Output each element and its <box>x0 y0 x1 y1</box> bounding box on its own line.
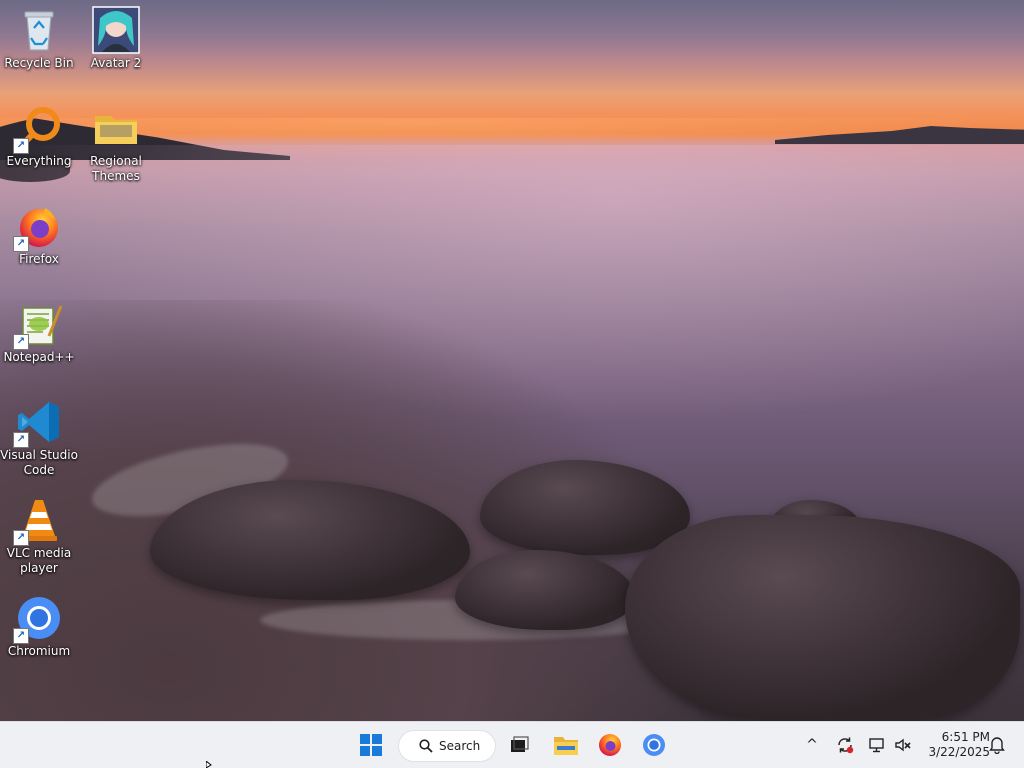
file-explorer-icon <box>554 737 578 755</box>
chromium-icon <box>643 734 665 756</box>
desktop-icon-vlc[interactable]: ↗ VLC media player <box>0 492 78 576</box>
desktop-icon-chromium[interactable]: ↗ Chromium <box>0 590 78 659</box>
bell-icon <box>989 737 1005 754</box>
avatar-image-icon <box>92 6 140 54</box>
tray-volume-button[interactable] <box>892 730 914 760</box>
clock-date: 3/22/2025 <box>928 745 990 759</box>
desktop-icon-everything[interactable]: ↗ Everything <box>0 100 78 169</box>
mouse-cursor-icon <box>206 761 212 768</box>
task-view-button[interactable] <box>505 730 533 760</box>
desktop-icon-firefox[interactable]: ↗ Firefox <box>0 198 78 267</box>
firefox-icon: ↗ <box>13 202 63 252</box>
shortcut-arrow-icon: ↗ <box>13 432 29 448</box>
desktop-icon-label: Chromium <box>7 644 71 658</box>
desktop-icon-label: VLC media player <box>6 546 72 575</box>
desktop-icon-vscode[interactable]: ↗ Visual Studio Code <box>0 394 78 478</box>
taskbar: Search ^ 6:51 PM 3/22/2025 <box>0 721 1024 768</box>
search-icon <box>419 739 433 753</box>
volume-muted-icon <box>895 738 911 752</box>
show-hidden-icons-button[interactable]: ^ <box>802 730 822 760</box>
firefox-icon <box>599 734 621 756</box>
desktop-icon-notepadpp[interactable]: ↗ Notepad++ <box>0 296 78 365</box>
recycle-bin-icon <box>15 6 63 54</box>
chromium-taskbar-button[interactable] <box>639 730 669 760</box>
shortcut-arrow-icon: ↗ <box>13 236 29 252</box>
desktop-icon-label: Regional Themes <box>90 154 142 183</box>
everything-search-icon: ↗ <box>13 104 63 154</box>
vscode-icon: ↗ <box>13 398 63 448</box>
desktop-icon-regional-themes[interactable]: Regional Themes <box>77 100 155 184</box>
notepadpp-icon: ↗ <box>13 300 63 350</box>
desktop-icon-label: Notepad++ <box>3 350 75 364</box>
notifications-button[interactable] <box>986 730 1008 760</box>
sync-icon <box>838 737 854 754</box>
tray-network-button[interactable] <box>866 730 888 760</box>
firefox-taskbar-button[interactable] <box>595 730 625 760</box>
search-label: Search <box>439 739 481 753</box>
windows-start-icon <box>360 734 382 756</box>
vlc-icon: ↗ <box>13 496 63 546</box>
shortcut-arrow-icon: ↗ <box>13 138 29 154</box>
clock-time: 6:51 PM <box>941 730 990 744</box>
taskbar-clock[interactable]: 6:51 PM 3/22/2025 <box>918 730 990 760</box>
desktop-icon-label: Recycle Bin <box>4 56 74 70</box>
shortcut-arrow-icon: ↗ <box>13 530 29 546</box>
desktop-icon-label: Everything <box>6 154 72 168</box>
tray-sync-button[interactable] <box>834 730 856 760</box>
shortcut-arrow-icon: ↗ <box>13 334 29 350</box>
taskbar-search-box[interactable]: Search <box>398 730 496 762</box>
network-icon <box>869 738 884 753</box>
desktop-icon-label: Avatar 2 <box>90 56 142 70</box>
desktop-icon-avatar-2[interactable]: Avatar 2 <box>77 2 155 71</box>
desktop-icon-label: Visual Studio Code <box>0 448 78 477</box>
chromium-icon: ↗ <box>13 594 63 644</box>
start-button[interactable] <box>355 730 387 760</box>
chevron-up-icon: ^ <box>806 737 818 753</box>
desktop-icon-recycle-bin[interactable]: Recycle Bin <box>0 2 78 71</box>
shortcut-arrow-icon: ↗ <box>13 628 29 644</box>
file-explorer-button[interactable] <box>551 730 581 760</box>
folder-icon <box>92 104 140 152</box>
rock <box>625 515 1020 720</box>
desktop-icon-label: Firefox <box>19 252 59 266</box>
task-view-icon <box>511 736 529 752</box>
